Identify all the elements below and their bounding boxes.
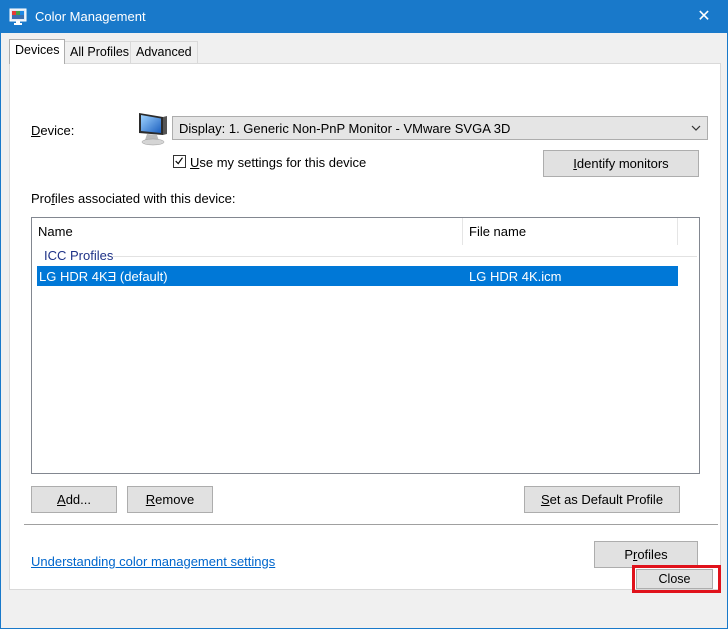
color-management-icon	[9, 8, 27, 25]
row-file-name: LG HDR 4K.icm	[469, 269, 562, 284]
tab-devices[interactable]: Devices	[9, 39, 66, 64]
tab-all-profiles-label: All Profiles	[70, 45, 130, 59]
close-button-highlight: Close	[632, 565, 721, 593]
add-button[interactable]: Add...	[31, 486, 117, 513]
color-management-window: Color Management ✕ Devices All Profiles …	[0, 0, 728, 629]
tab-devices-label: Devices	[15, 43, 60, 57]
remove-button[interactable]: Remove	[127, 486, 213, 513]
tab-advanced[interactable]: Advanced	[130, 41, 198, 63]
group-divider	[112, 256, 697, 257]
checkmark-icon	[175, 157, 183, 165]
column-header-file-name[interactable]: File name	[463, 218, 678, 245]
tab-advanced-label: Advanced	[136, 45, 192, 59]
column-header-name[interactable]: Name	[32, 218, 463, 245]
device-dropdown-value: Display: 1. Generic Non-PnP Monitor - VM…	[179, 121, 511, 136]
window-title: Color Management	[35, 9, 146, 24]
monitor-icon	[139, 113, 167, 146]
device-dropdown[interactable]: Display: 1. Generic Non-PnP Monitor - VM…	[172, 116, 708, 140]
profiles-button[interactable]: Profiles	[594, 541, 698, 568]
window-close-button[interactable]: ✕	[681, 1, 727, 33]
profiles-list[interactable]: Name File name ICC Profiles LG HDR 4KƎ (…	[31, 217, 700, 474]
table-row[interactable]: LG HDR 4KƎ (default) LG HDR 4K.icm	[37, 266, 678, 286]
separator	[24, 524, 718, 525]
close-button[interactable]: Close	[636, 569, 713, 589]
client-area: Devices All Profiles Advanced Device: Di…	[1, 33, 727, 628]
use-my-settings-label[interactable]: Use my settings for this device	[190, 155, 366, 170]
device-label: Device:	[31, 123, 75, 138]
use-my-settings-checkbox[interactable]	[173, 155, 186, 168]
group-icc-profiles: ICC Profiles	[44, 248, 114, 263]
tab-all-profiles[interactable]: All Profiles	[64, 41, 136, 63]
identify-monitors-button[interactable]: Identify monitors	[543, 150, 699, 177]
understanding-color-management-link[interactable]: Understanding color management settings	[31, 554, 275, 569]
title-bar: Color Management ✕	[1, 1, 727, 33]
chevron-down-icon	[691, 125, 701, 131]
set-default-profile-button[interactable]: Set as Default Profile	[524, 486, 680, 513]
profiles-section-label-text: Profiles associated with this device:	[31, 191, 236, 206]
row-name: LG HDR 4KƎ (default)	[39, 269, 168, 284]
